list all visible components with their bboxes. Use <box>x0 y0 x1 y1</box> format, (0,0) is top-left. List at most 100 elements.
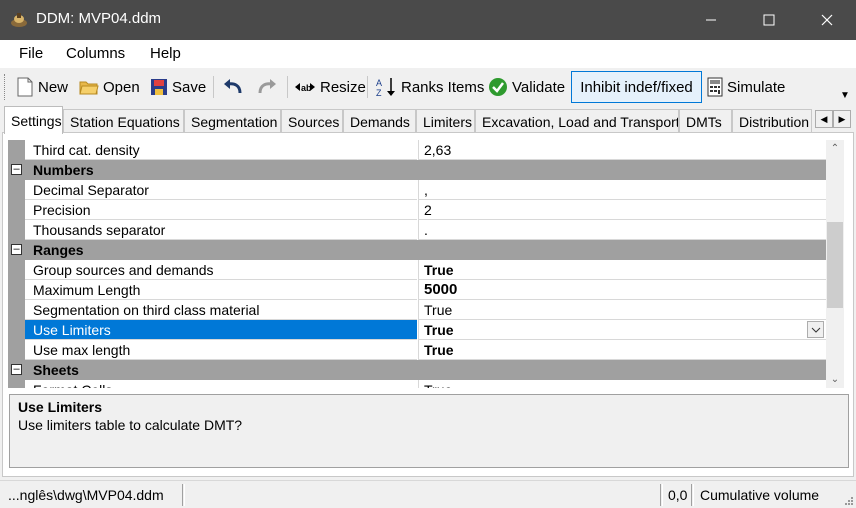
status-separator <box>660 484 663 506</box>
maximize-button[interactable] <box>740 0 798 40</box>
tab-dmts[interactable]: DMTs <box>679 109 732 133</box>
grid-scrollbar[interactable]: ⌃ ⌄ <box>826 140 844 388</box>
status-separator <box>182 484 185 506</box>
new-file-icon <box>17 77 33 97</box>
validate-label: Validate <box>512 78 566 96</box>
tab-demands[interactable]: Demands <box>343 109 416 133</box>
redo-button[interactable] <box>256 75 282 99</box>
toolbar-separator <box>213 76 214 98</box>
category-numbers[interactable]: – Numbers <box>8 160 826 180</box>
inhibit-indef-fixed-button[interactable]: Inhibit indef/fixed <box>571 71 702 103</box>
save-icon <box>151 79 167 95</box>
validate-button[interactable]: Validate <box>488 75 565 99</box>
tab-settings[interactable]: Settings <box>4 106 63 134</box>
simulate-label: Simulate <box>727 78 786 96</box>
property-value[interactable]: True <box>418 300 826 320</box>
property-row[interactable]: Use max length True <box>8 340 826 360</box>
property-row[interactable]: Maximum Length 5000 <box>8 280 826 300</box>
svg-text:A: A <box>376 78 382 88</box>
property-value[interactable]: . <box>418 220 826 240</box>
collapse-icon[interactable]: – <box>11 364 22 375</box>
menu-file[interactable]: File <box>19 45 43 62</box>
scroll-up-icon[interactable]: ⌃ <box>826 140 844 157</box>
tab-sources[interactable]: Sources <box>281 109 343 133</box>
collapse-icon[interactable]: – <box>11 244 22 255</box>
menu-help[interactable]: Help <box>150 45 181 62</box>
new-button[interactable]: New <box>16 75 68 99</box>
property-row[interactable]: Format Cells True <box>8 380 826 388</box>
new-label: New <box>38 78 69 96</box>
property-value-dropdown[interactable]: True <box>418 320 826 340</box>
arrow-left-icon: ◀ <box>820 113 828 124</box>
menu-columns[interactable]: Columns <box>66 45 125 62</box>
scroll-down-icon[interactable]: ⌄ <box>826 371 844 388</box>
property-value[interactable]: , <box>418 180 826 200</box>
undo-button[interactable] <box>222 75 248 99</box>
inhibit-label: Inhibit indef/fixed <box>580 78 693 96</box>
toolbar-overflow-icon[interactable]: ▼ <box>840 90 850 101</box>
resize-grip-icon[interactable] <box>844 496 854 506</box>
collapse-icon[interactable]: – <box>11 164 22 175</box>
property-value[interactable]: 2 <box>418 200 826 220</box>
calculator-icon <box>707 77 723 97</box>
chevron-down-icon <box>811 327 820 333</box>
tab-excavation-load-transport[interactable]: Excavation, Load and Transport <box>475 109 679 133</box>
minimize-icon <box>706 19 716 21</box>
save-button[interactable]: Save <box>150 75 206 99</box>
property-row[interactable]: Precision 2 <box>8 200 826 220</box>
property-value[interactable]: 5000 <box>418 280 826 300</box>
ranks-items-button[interactable]: AZ Ranks Items <box>375 75 484 99</box>
open-button[interactable]: Open <box>79 75 140 99</box>
open-label: Open <box>103 78 140 96</box>
toolbar-grip[interactable] <box>4 74 7 100</box>
property-name: Use max length <box>25 340 417 360</box>
property-value[interactable]: True <box>418 260 826 280</box>
simulate-button[interactable]: Simulate <box>707 75 785 99</box>
property-row-selected[interactable]: Use Limiters True <box>8 320 826 340</box>
title-bar: DDM: MVP04.ddm <box>0 0 856 40</box>
property-name: Third cat. density <box>25 140 417 160</box>
tab-scroll-right[interactable]: ▶ <box>833 110 851 128</box>
undo-icon <box>224 79 242 94</box>
svg-text:ab: ab <box>301 83 312 93</box>
status-mode: Cumulative volume <box>700 487 820 503</box>
category-ranges[interactable]: – Ranges <box>8 240 826 260</box>
property-row[interactable]: Decimal Separator , <box>8 180 826 200</box>
maximize-icon <box>763 14 775 26</box>
tab-distribution[interactable]: Distribution <box>732 109 812 133</box>
open-folder-icon <box>79 81 99 95</box>
category-label: Ranges <box>33 242 84 258</box>
redo-icon <box>258 79 276 94</box>
status-separator <box>691 484 694 506</box>
scroll-thumb[interactable] <box>827 222 843 308</box>
category-label: Numbers <box>33 162 94 178</box>
tab-station-equations[interactable]: Station Equations <box>63 109 184 133</box>
resize-arrows-icon: ab <box>295 83 315 93</box>
status-bar: ...nglês\dwg\MVP04.ddm 0,0 Cumulative vo… <box>0 480 856 508</box>
description-text: Use limiters table to calculate DMT? <box>18 417 243 433</box>
description-pane: Use Limiters Use limiters table to calcu… <box>9 394 849 468</box>
close-button[interactable] <box>798 0 856 40</box>
dropdown-button[interactable] <box>807 321 824 338</box>
tab-limiters[interactable]: Limiters <box>416 109 475 133</box>
resize-button[interactable]: ab Resize <box>294 75 366 99</box>
ranks-items-label: Ranks Items <box>401 78 485 96</box>
property-value[interactable]: True <box>418 380 826 388</box>
property-row[interactable]: Third cat. density 2,63 <box>8 140 826 160</box>
category-sheets[interactable]: – Sheets <box>8 360 826 380</box>
menu-bar: File Columns Help <box>0 40 856 68</box>
toolbar: New Open Save ab Resize AZ Ranks Items V… <box>0 68 856 106</box>
property-value[interactable]: True <box>418 340 826 360</box>
property-row[interactable]: Segmentation on third class material Tru… <box>8 300 826 320</box>
tab-segmentation[interactable]: Segmentation <box>184 109 281 133</box>
description-title: Use Limiters <box>18 399 103 415</box>
tab-strip: Settings Station Equations Segmentation … <box>0 106 856 134</box>
property-value[interactable]: 2,63 <box>418 140 826 160</box>
property-row[interactable]: Group sources and demands True <box>8 260 826 280</box>
resize-label: Resize <box>320 78 366 96</box>
property-name: Maximum Length <box>25 280 417 300</box>
tab-scroll-left[interactable]: ◀ <box>815 110 833 128</box>
save-label: Save <box>172 78 207 96</box>
property-row[interactable]: Thousands separator . <box>8 220 826 240</box>
minimize-button[interactable] <box>682 0 740 40</box>
